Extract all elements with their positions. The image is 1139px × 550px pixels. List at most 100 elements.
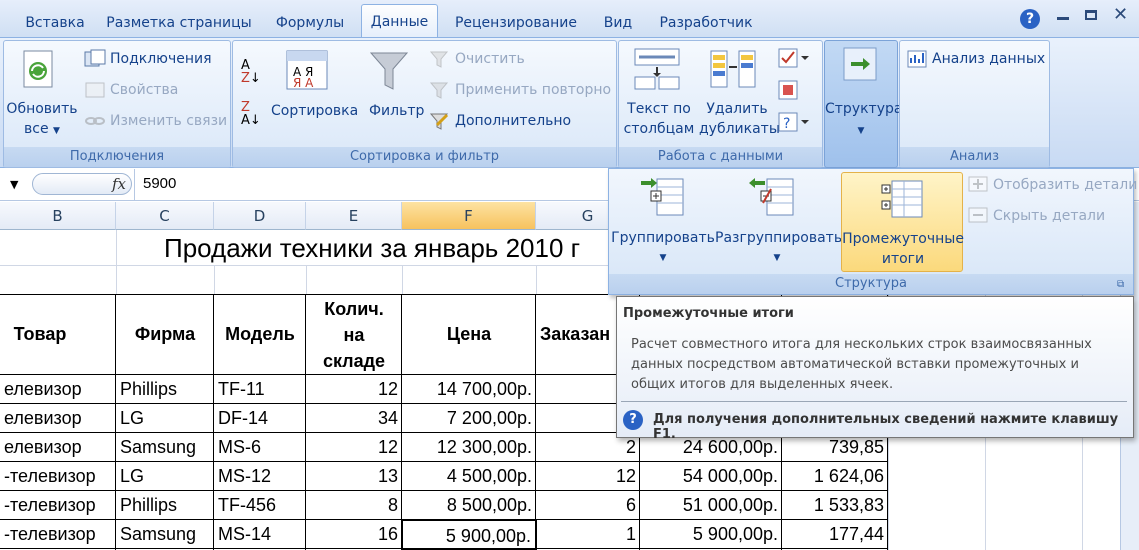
minimize-icon[interactable] — [1057, 10, 1069, 20]
group-data-tools: Текст по столбцам Удалить дубликаты ? Ра… — [618, 40, 823, 168]
cell-product[interactable]: -телевизор — [0, 462, 116, 490]
group-label-sort-filter: Сортировка и фильтр — [233, 147, 616, 167]
data-analysis-icon — [906, 49, 928, 69]
cell-sum[interactable]: 51 000,00р. — [640, 491, 782, 519]
sheet-title: Продажи техники за январь 2010 г — [164, 233, 581, 263]
properties-icon — [84, 80, 106, 100]
data-validation-icon[interactable] — [777, 47, 811, 69]
tab-data[interactable]: Данные — [361, 4, 438, 39]
sort-az-icon[interactable]: A Z↓ — [241, 59, 265, 87]
refresh-all-label: Обновить — [6, 101, 78, 117]
cell-extra[interactable]: 1 533,83 — [782, 491, 888, 519]
column-header-d[interactable]: D — [214, 202, 306, 230]
cell-product[interactable]: -телевизор — [0, 491, 116, 519]
cell-price[interactable]: 14 700,00р. — [402, 375, 536, 403]
filter-button[interactable]: Фильтр — [369, 101, 424, 121]
cell-model[interactable]: TF-456 — [214, 491, 306, 519]
text-to-columns-label1: Текст по — [627, 101, 691, 117]
refresh-all-button[interactable]: Обновить все ▼ — [6, 99, 78, 141]
dialog-launcher-icon[interactable]: ⧉ — [1117, 279, 1129, 291]
cell-firm[interactable]: Samsung — [116, 433, 214, 461]
cell-ordered[interactable]: 6 — [536, 491, 640, 519]
refresh-all-icon — [18, 49, 58, 91]
cell-product[interactable]: елевизор — [0, 375, 116, 403]
consolidate-icon[interactable] — [777, 79, 799, 101]
edit-links-button[interactable]: Изменить связи — [110, 111, 227, 131]
cell-sum[interactable]: 5 900,00р. — [640, 520, 782, 548]
advanced-filter-button[interactable]: Дополнительно — [455, 111, 571, 131]
tab-view[interactable]: Вид — [598, 10, 638, 38]
cell-model[interactable]: TF-11 — [214, 375, 306, 403]
group-label-analysis: Анализ — [900, 147, 1049, 167]
tab-page-layout[interactable]: Разметка страницы — [104, 10, 254, 38]
cell-ordered[interactable]: 1 — [536, 520, 640, 548]
cell-product[interactable]: -телевизор — [0, 520, 116, 548]
cell-extra[interactable]: 1 624,06 — [782, 462, 888, 490]
column-header-b[interactable]: B — [0, 202, 116, 230]
advanced-filter-icon — [429, 111, 451, 131]
refresh-all-label2: все — [24, 121, 49, 137]
column-header-e[interactable]: E — [306, 202, 402, 230]
fx-icon[interactable]: fx — [112, 175, 126, 193]
tab-formulas[interactable]: Формулы — [268, 10, 352, 38]
reapply-button[interactable]: Применить повторно — [455, 80, 611, 100]
group-icon — [639, 175, 687, 219]
cell-model[interactable]: MS-14 — [214, 520, 306, 548]
subtotal-label: Промежуточные итоги — [842, 229, 964, 269]
tab-insert[interactable]: Вставка — [20, 10, 90, 38]
cell-quantity[interactable]: 12 — [306, 375, 402, 403]
cell-firm[interactable]: Phillips — [116, 375, 214, 403]
subtotal-button[interactable]: Промежуточные итоги — [841, 172, 964, 272]
hide-detail-button[interactable]: Скрыть детали — [993, 206, 1105, 226]
cell-price[interactable]: 7 200,00р. — [402, 404, 536, 432]
restore-icon[interactable] — [1085, 10, 1097, 20]
cell-product[interactable]: елевизор — [0, 404, 116, 432]
group-button[interactable]: Группировать ▼ — [611, 228, 715, 268]
connections-button[interactable]: Подключения — [110, 49, 212, 69]
text-to-columns-label2: столбцам — [623, 121, 695, 137]
properties-button[interactable]: Свойства — [110, 80, 178, 100]
name-box-dropdown-icon[interactable]: ▼ — [10, 178, 18, 191]
text-to-columns-button[interactable]: Текст по столбцам — [621, 99, 697, 139]
cell-model[interactable]: MS-12 — [214, 462, 306, 490]
column-header-f[interactable]: F — [402, 202, 536, 230]
help-icon[interactable]: ? — [1020, 9, 1040, 29]
cell-firm[interactable]: LG — [116, 462, 214, 490]
cell-quantity[interactable]: 13 — [306, 462, 402, 490]
outline-button[interactable]: Структура ▼ — [824, 40, 902, 168]
cell-product[interactable]: елевизор — [0, 433, 116, 461]
sort-za-icon[interactable]: Z A↓ — [241, 101, 265, 129]
clear-button[interactable]: Очистить — [455, 49, 525, 69]
cell-quantity[interactable]: 16 — [306, 520, 402, 548]
group-label-connections: Подключения — [4, 147, 230, 167]
close-icon[interactable]: ✕ — [1113, 4, 1133, 25]
cell-firm[interactable]: LG — [116, 404, 214, 432]
remove-duplicates-button[interactable]: Удалить дубликаты — [699, 99, 780, 139]
cell-quantity[interactable]: 8 — [306, 491, 402, 519]
cell-ordered[interactable]: 12 — [536, 462, 640, 490]
tab-review[interactable]: Рецензирование — [449, 10, 583, 38]
cell-quantity[interactable]: 34 — [306, 404, 402, 432]
header-product: Товар — [13, 324, 67, 344]
cell-firm[interactable]: Samsung — [116, 520, 214, 548]
group-connections: Обновить все ▼ Подключения Свойства Изме… — [3, 40, 231, 168]
cell-price[interactable]: 12 300,00р. — [402, 433, 536, 461]
cell-extra[interactable]: 177,44 — [782, 520, 888, 548]
cell-sum[interactable]: 54 000,00р. — [640, 462, 782, 490]
cell-price[interactable]: 8 500,00р. — [402, 491, 536, 519]
show-detail-button[interactable]: Отобразить детали — [993, 175, 1137, 195]
ungroup-button[interactable]: Разгруппировать ▼ — [715, 228, 842, 268]
sort-button[interactable]: Сортировка — [271, 101, 358, 121]
cell-firm[interactable]: Phillips — [116, 491, 214, 519]
column-header-c[interactable]: C — [116, 202, 214, 230]
cell-model[interactable]: MS-6 — [214, 433, 306, 461]
cell-model[interactable]: DF-14 — [214, 404, 306, 432]
cell-price[interactable]: 4 500,00р. — [402, 462, 536, 490]
what-if-analysis-icon[interactable]: ? — [777, 111, 811, 133]
hide-detail-icon — [967, 206, 989, 224]
tab-developer[interactable]: Разработчик — [654, 10, 758, 38]
active-cell[interactable]: 5 900,00р. — [401, 519, 537, 550]
cell-quantity[interactable]: 12 — [306, 433, 402, 461]
data-analysis-button[interactable]: Анализ данных — [932, 49, 1045, 69]
header-quantity: Колич. на складе — [306, 296, 402, 374]
